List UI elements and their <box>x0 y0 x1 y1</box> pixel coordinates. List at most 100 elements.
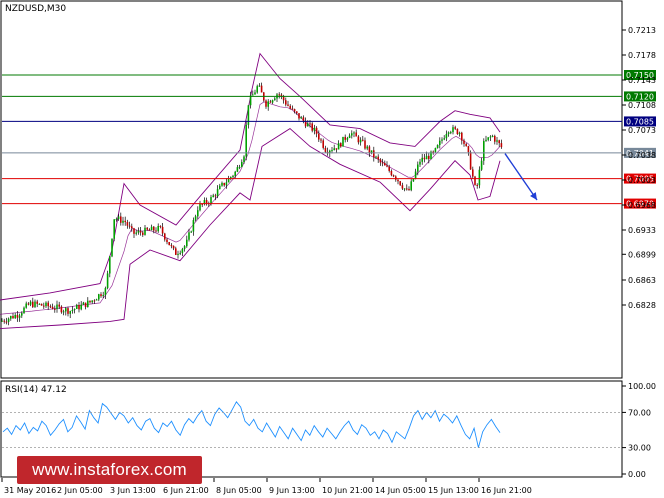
candle-down <box>78 304 80 310</box>
candle-down <box>260 85 263 93</box>
candle-down <box>51 306 54 309</box>
time-tick-label: 6 Jun 21:00 <box>163 486 209 495</box>
candle-down <box>357 136 360 143</box>
candle-up <box>38 303 41 305</box>
candle-up <box>71 310 74 312</box>
candle-up <box>489 136 492 138</box>
candle-up <box>348 135 351 138</box>
time-tick-label: 9 Jun 13:00 <box>269 486 315 495</box>
candle-up <box>447 132 450 135</box>
candle-down <box>390 170 393 176</box>
candle-down <box>153 226 155 231</box>
candle-up <box>491 135 494 137</box>
candle-up <box>95 299 98 301</box>
candle-down <box>89 300 91 303</box>
candle-up <box>45 302 47 307</box>
candle-up <box>230 177 232 179</box>
candle-up <box>186 239 188 247</box>
candle-up <box>150 226 153 231</box>
candle-down <box>309 123 311 125</box>
candle-up <box>366 146 368 149</box>
rsi-tick-label: 0.00 <box>628 470 646 479</box>
candle-down <box>476 184 478 186</box>
candle-down <box>320 139 322 141</box>
candle-up <box>219 185 221 190</box>
candle-up <box>29 301 32 305</box>
candle-down <box>368 146 371 153</box>
candle-down <box>399 181 401 186</box>
candle-down <box>58 304 60 307</box>
candle-down <box>265 100 267 107</box>
candle-down <box>296 111 298 114</box>
candle-up <box>144 227 146 235</box>
rsi-tick-label: 30.00 <box>628 444 651 453</box>
candle-up <box>496 140 498 142</box>
price-panel-frame <box>0 0 623 379</box>
candle-up <box>300 117 302 119</box>
time-tick-label: 14 Jun 05:00 <box>375 486 426 495</box>
candle-down <box>298 113 300 119</box>
rsi-panel-title: RSI(14) 47.12 <box>5 385 67 395</box>
candle-up <box>439 140 441 146</box>
candle-up <box>73 308 76 311</box>
candle-up <box>69 311 71 314</box>
candle-up <box>443 138 445 140</box>
candle-down <box>285 100 287 105</box>
candle-up <box>62 311 65 313</box>
candle-down <box>344 136 346 140</box>
candle-up <box>346 137 349 140</box>
candle-down <box>377 156 379 160</box>
chart-canvas: NZDUSD,M30 0.71500.71200.70850.70410.700… <box>0 0 656 495</box>
candle-down <box>159 225 162 227</box>
candle-down <box>322 140 324 148</box>
candle-up <box>441 139 443 141</box>
candle-down <box>32 301 34 307</box>
time-tick-label: 10 Jun 21:00 <box>322 486 373 495</box>
candle-down <box>223 182 225 186</box>
price-tick-label: 0.6899 <box>628 250 656 259</box>
candle-down <box>469 152 472 170</box>
candle-down <box>84 302 87 308</box>
candle-up <box>216 189 219 197</box>
candle-up <box>104 288 107 296</box>
candle-up <box>252 94 254 96</box>
candle-up <box>91 300 93 303</box>
candle-up <box>111 238 113 257</box>
candle-down <box>381 162 384 164</box>
candle-down <box>27 303 30 305</box>
candle-down <box>324 147 327 152</box>
candle-up <box>183 246 186 249</box>
candle-down <box>205 200 208 204</box>
candle-down <box>146 227 148 230</box>
candle-down <box>148 229 151 231</box>
candle-up <box>21 313 23 316</box>
time-tick-label: 15 Jun 13:00 <box>428 486 479 495</box>
time-tick-label: 8 Jun 05:00 <box>216 486 262 495</box>
candle-down <box>164 233 166 240</box>
candle-down <box>47 302 49 307</box>
candle-down <box>340 143 342 147</box>
candle-up <box>245 124 247 157</box>
candle-up <box>192 220 195 232</box>
candle-up <box>122 220 124 223</box>
candle-down <box>318 133 320 140</box>
candle-up <box>480 160 483 170</box>
candle-down <box>315 127 318 134</box>
candle-down <box>60 306 63 313</box>
candle-up <box>241 162 243 167</box>
candle-down <box>289 105 291 109</box>
candle-down <box>124 220 126 223</box>
candle-up <box>56 304 58 310</box>
candle-down <box>168 242 170 246</box>
watermark-text: www.instaforex.com <box>32 460 187 479</box>
candle-down <box>278 94 280 96</box>
candle-down <box>465 143 467 147</box>
candle-down <box>120 216 122 223</box>
candle-up <box>333 148 335 151</box>
candle-down <box>12 316 14 319</box>
candle-down <box>364 140 366 149</box>
price-tick-label: 0.6863 <box>628 276 656 285</box>
candle-down <box>474 176 476 185</box>
candle-down <box>388 166 390 171</box>
candle-up <box>236 167 239 172</box>
